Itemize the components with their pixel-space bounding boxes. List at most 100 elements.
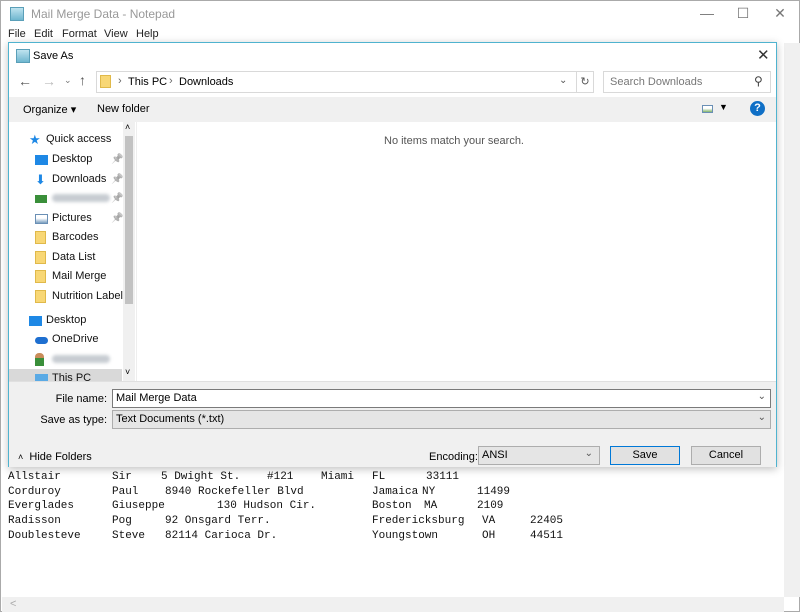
text-cell: Miami [321, 471, 355, 483]
recent-locations-icon[interactable]: ⌄ [64, 75, 72, 86]
save-button[interactable]: Save [610, 446, 680, 465]
menu-view[interactable]: View [104, 28, 128, 40]
dialog-close-icon[interactable]: ✕ [757, 46, 770, 64]
pictures-icon [35, 213, 48, 224]
organize-button[interactable]: Organize ▾ [23, 103, 76, 116]
network-drive-icon [35, 195, 47, 203]
breadcrumb-downloads[interactable]: Downloads [179, 76, 233, 88]
text-cell: Paul [112, 486, 139, 498]
save-type-value: Text Documents (*.txt) [116, 413, 225, 425]
file-name-input[interactable]: Mail Merge Data ⌄ [112, 389, 771, 408]
menu-format[interactable]: Format [62, 28, 97, 40]
refresh-button[interactable]: ↻ [576, 71, 594, 93]
close-button[interactable]: ✕ [765, 5, 795, 22]
nav-item-label [52, 350, 110, 369]
nav-desktop[interactable]: Desktop [9, 311, 122, 330]
nav-onedrive[interactable]: OneDrive [9, 330, 122, 349]
text-cell: VA [482, 515, 496, 527]
menu-file[interactable]: File [8, 28, 26, 40]
empty-message: No items match your search. [384, 135, 524, 147]
text-cell: Radisson [8, 515, 61, 527]
download-icon: ⬇ [35, 171, 46, 187]
search-icon[interactable]: ⚲ [754, 74, 763, 88]
nav-quick-item[interactable]: Data List [9, 248, 122, 267]
nav-quick-item[interactable]: Desktop 📌 [9, 150, 123, 169]
folder-icon [35, 289, 46, 303]
view-dropdown-icon[interactable]: ▼ [719, 102, 728, 112]
nav-quick-item[interactable]: Nutrition Labels [9, 287, 128, 306]
text-cell: FL [372, 471, 386, 483]
nav-quick-item[interactable]: Pictures 📌 [9, 209, 123, 228]
star-icon: ★ [29, 132, 41, 147]
notepad-icon [10, 7, 24, 21]
back-icon[interactable]: ← [18, 73, 32, 89]
folder-icon [35, 270, 46, 283]
forward-icon[interactable]: → [42, 73, 56, 89]
toolbar: Organize ▾ New folder ▼ ? [9, 97, 776, 122]
organize-label: Organize [23, 104, 68, 116]
text-cell: Jamaica [372, 486, 419, 498]
minimize-button[interactable]: — [692, 5, 722, 21]
nav-quick-item[interactable]: ⬇ Downloads 📌 [9, 170, 123, 189]
text-cell: Sir [112, 471, 132, 483]
hide-folders-button[interactable]: ˄ Hide Folders [18, 451, 92, 463]
chevron-up-icon: ˄ [18, 452, 24, 462]
text-cell: Giuseppe [112, 500, 165, 512]
menu-edit[interactable]: Edit [34, 28, 53, 40]
new-folder-button[interactable]: New folder [97, 103, 150, 115]
view-icon[interactable] [702, 105, 713, 113]
menu-help[interactable]: Help [136, 28, 159, 40]
file-name-value: Mail Merge Data [116, 392, 197, 404]
nav-quick-item[interactable]: 📌 [9, 189, 123, 208]
nav-item-label: Desktop [46, 314, 87, 326]
text-cell: Fredericksburg [372, 515, 465, 527]
navigation-pane: ★ Quick access Desktop 📌 ⬇ Downloads 📌 📌 Picture… [9, 122, 135, 381]
hide-folders-label: Hide Folders [29, 451, 92, 463]
scroll-up-icon[interactable]: ˄ [125, 122, 130, 132]
folder-icon [100, 75, 111, 88]
nav-item-label [52, 189, 110, 208]
encoding-select[interactable]: ANSI ⌄ [478, 446, 600, 465]
nav-item-label: This PC [52, 372, 92, 381]
chevron-down-icon[interactable]: ⌄ [758, 391, 766, 402]
nav-scrollbar[interactable]: ˄ ˅ [123, 122, 135, 381]
maximize-button[interactable]: ☐ [728, 5, 758, 22]
bottom-panel: File name: Mail Merge Data ⌄ Save as typ… [9, 381, 776, 467]
text-cell: #121 [267, 471, 294, 483]
up-icon[interactable]: ↑ [79, 72, 86, 88]
nav-item-label: Mail Merge [52, 270, 107, 282]
scroll-left-icon[interactable]: < [10, 598, 16, 610]
text-cell: NY [422, 486, 436, 498]
nav-user[interactable] [9, 350, 122, 369]
nav-quick-access[interactable]: ★ Quick access [9, 130, 122, 149]
nav-item-label: Downloads [52, 172, 107, 185]
help-icon[interactable]: ? [750, 101, 765, 116]
text-cell: 2109 [477, 500, 504, 512]
nav-quick-item[interactable]: Barcodes [9, 228, 122, 247]
file-list[interactable]: No items match your search. [136, 122, 771, 381]
nav-item-label: Data List [52, 250, 96, 263]
search-input[interactable]: Search Downloads ⚲ [603, 71, 771, 93]
address-dropdown-icon[interactable]: ⌄ [559, 75, 567, 86]
chevron-down-icon[interactable]: ⌄ [585, 448, 593, 459]
text-cell: 82114 Carioca Dr. [165, 530, 278, 542]
folder-icon [35, 231, 46, 244]
vertical-scrollbar[interactable] [784, 43, 800, 597]
chevron-down-icon[interactable]: ⌄ [758, 412, 766, 423]
breadcrumb-this-pc[interactable]: This PC [128, 76, 167, 88]
breadcrumb-sep-icon: › [118, 75, 122, 87]
nav-this-pc[interactable]: This PC [9, 369, 122, 381]
text-cell: 22405 [530, 515, 564, 527]
computer-icon [35, 374, 48, 381]
scroll-down-icon[interactable]: ˅ [125, 367, 130, 377]
cancel-button[interactable]: Cancel [691, 446, 761, 465]
address-bar[interactable]: › This PC › Downloads ⌄ [96, 71, 577, 93]
text-cell: 5 Dwight St. [161, 471, 241, 483]
scroll-thumb[interactable] [125, 136, 133, 304]
nav-item-label: Nutrition Labels [52, 289, 129, 302]
text-cell: Corduroy [8, 486, 61, 498]
horizontal-scrollbar[interactable]: < [2, 597, 784, 612]
save-type-select[interactable]: Text Documents (*.txt) ⌄ [112, 410, 771, 429]
search-placeholder: Search Downloads [610, 76, 703, 88]
nav-quick-item[interactable]: Mail Merge [9, 267, 122, 286]
